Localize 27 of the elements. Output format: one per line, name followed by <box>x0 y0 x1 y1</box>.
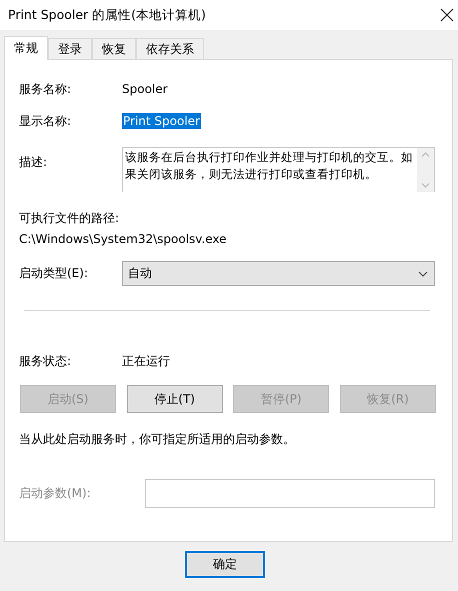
field-label: 服务状态: <box>19 352 72 370</box>
field-value[interactable]: Print Spooler <box>122 113 201 129</box>
scroll-down-icon[interactable] <box>421 183 430 188</box>
field-label: 显示名称: <box>19 112 72 130</box>
path-text: C:\Windows\System32\spoolsv.exe <box>19 231 228 248</box>
tab[interactable]: 依存关系 <box>136 38 204 59</box>
tab[interactable]: 常规 <box>4 36 48 60</box>
field-label: 描述: <box>19 154 48 171</box>
startup-type-dropdown[interactable]: 自动 <box>122 261 435 286</box>
service-button[interactable]: 停止(T) <box>126 385 223 413</box>
scroll-up-icon[interactable] <box>421 152 430 157</box>
status-value: 正在运行 <box>122 352 170 370</box>
description-box[interactable]: 该服务在后台执行打印作业并处理与打印机的交互。如果关闭该服务，则无法进行打印或查看打印机。 <box>122 147 435 192</box>
hint-text: 当从此处启动服务时，你可指定所适用的启动参数。 <box>19 431 296 448</box>
tab[interactable]: 恢复 <box>92 38 136 59</box>
tab[interactable]: 登录 <box>48 38 92 59</box>
field-label: 服务名称: <box>19 80 72 98</box>
scrollbar[interactable] <box>417 148 434 192</box>
ok-button[interactable]: 确定 <box>185 551 265 578</box>
close-icon[interactable] <box>440 8 454 22</box>
description-text: 该服务在后台执行打印作业并处理与打印机的交互。如果关闭该服务，则无法进行打印或查看打印机。 <box>124 149 414 183</box>
field-label: 可执行文件的路径: <box>19 210 120 227</box>
chevron-down-icon <box>418 270 428 276</box>
window-title: Print Spooler 的属性(本地计算机) <box>8 6 206 24</box>
field-value: Spooler <box>122 82 168 96</box>
field-label: 启动参数(M): <box>19 485 92 502</box>
field-label: 启动类型(E): <box>19 265 89 282</box>
